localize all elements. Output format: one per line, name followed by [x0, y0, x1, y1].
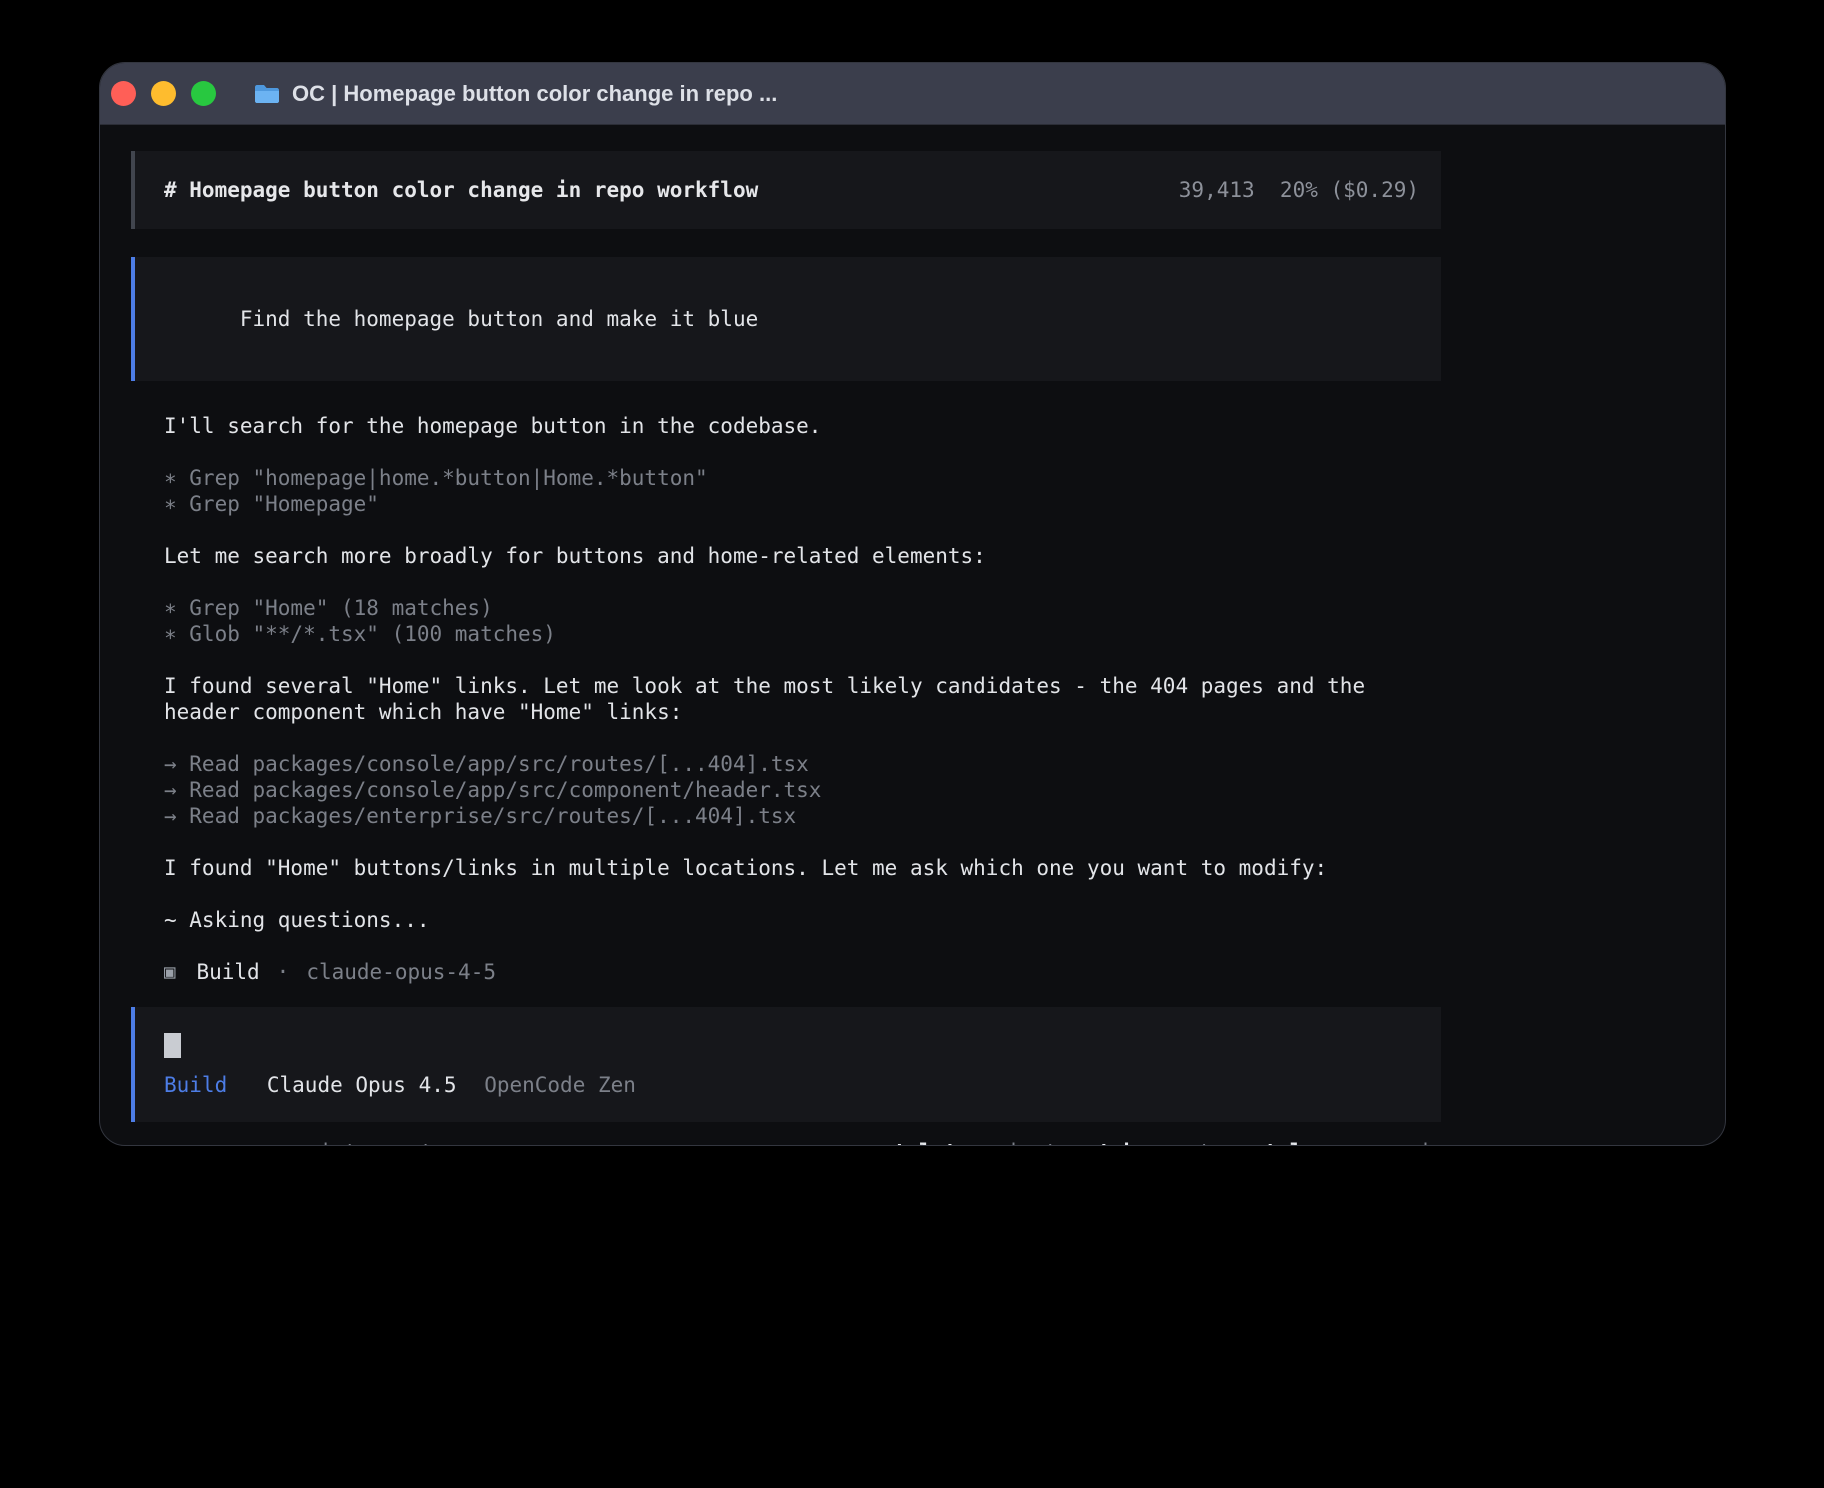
hint-agents: tab agents — [1098, 1139, 1224, 1146]
assistant-text: I found several "Home" links. Let me loo… — [164, 673, 1441, 725]
window-title: OC | Homepage button color change in rep… — [292, 81, 777, 107]
folder-icon — [253, 83, 281, 105]
user-message: Find the homepage button and make it blu… — [131, 257, 1441, 381]
tool-call-grep: ∗ Grep "Home" (18 matches) — [164, 595, 1441, 621]
session-stats: 39,413 20% ($0.29) — [1179, 177, 1419, 203]
terminal-window: OC | Homepage button color change in rep… — [99, 62, 1726, 1146]
tool-call-grep: ∗ Grep "homepage|home.*button|Home.*butt… — [164, 465, 1441, 491]
text-cursor — [164, 1033, 181, 1058]
close-button[interactable] — [111, 81, 136, 106]
ctrl-t-key-hint: ctrl+t — [881, 1139, 957, 1146]
assistant-text: I found "Home" buttons/links in multiple… — [164, 855, 1441, 881]
ctrl-p-key-hint: ctrl+p — [1252, 1139, 1328, 1146]
user-message-text: Find the homepage button and make it blu… — [240, 307, 758, 331]
agent-separator: · — [277, 959, 290, 985]
assistant-transcript: I'll search for the homepage button in t… — [164, 413, 1441, 985]
esc-key-hint: esc — [269, 1139, 307, 1146]
model-provider-label: OpenCode Zen — [484, 1073, 636, 1097]
session-title: # Homepage button color change in repo w… — [164, 177, 758, 203]
agent-square-icon: ▣ — [164, 959, 175, 985]
assistant-text: Let me search more broadly for buttons a… — [164, 543, 1441, 569]
spinner-dots: ········ — [150, 1139, 231, 1146]
agents-hint-label: agents — [1148, 1139, 1224, 1146]
tool-call-read: → Read packages/console/app/src/componen… — [164, 777, 1441, 803]
tool-call-read: → Read packages/enterprise/src/routes/[.… — [164, 803, 1441, 829]
status-line: ~ Asking questions... — [164, 907, 1441, 933]
interrupt-hint-label: interrupt — [319, 1139, 433, 1146]
minimize-button[interactable] — [151, 81, 176, 106]
zoom-button[interactable] — [191, 81, 216, 106]
agent-mode-label[interactable]: Build — [164, 1073, 227, 1097]
assistant-text: I'll search for the homepage button in t… — [164, 413, 1441, 439]
tool-call-read: → Read packages/console/app/src/routes/[… — [164, 751, 1441, 777]
hint-variants: ctrl+t variants — [881, 1139, 1070, 1146]
variants-hint-label: variants — [969, 1139, 1070, 1146]
agent-name: Build — [196, 959, 259, 985]
hint-commands: ctrl+p commands — [1252, 1139, 1441, 1146]
tool-call-glob: ∗ Glob "**/*.tsx" (100 matches) — [164, 621, 1441, 647]
model-name-label[interactable]: Claude Opus 4.5 — [267, 1073, 457, 1097]
agent-badge: ▣ Build · claude-opus-4-5 — [164, 959, 1441, 985]
agent-model: claude-opus-4-5 — [306, 959, 496, 985]
session-header: # Homepage button color change in repo w… — [131, 151, 1441, 229]
titlebar[interactable]: OC | Homepage button color change in rep… — [100, 63, 1725, 125]
prompt-input[interactable]: Build Claude Opus 4.5 OpenCode Zen — [131, 1007, 1441, 1122]
statusbar: ········ esc interrupt ctrl+t variants t… — [131, 1139, 1441, 1146]
commands-hint-label: commands — [1340, 1139, 1441, 1146]
tool-call-grep: ∗ Grep "Homepage" — [164, 491, 1441, 517]
terminal-content: # Homepage button color change in repo w… — [100, 125, 1725, 1146]
tab-key-hint: tab — [1098, 1139, 1136, 1146]
